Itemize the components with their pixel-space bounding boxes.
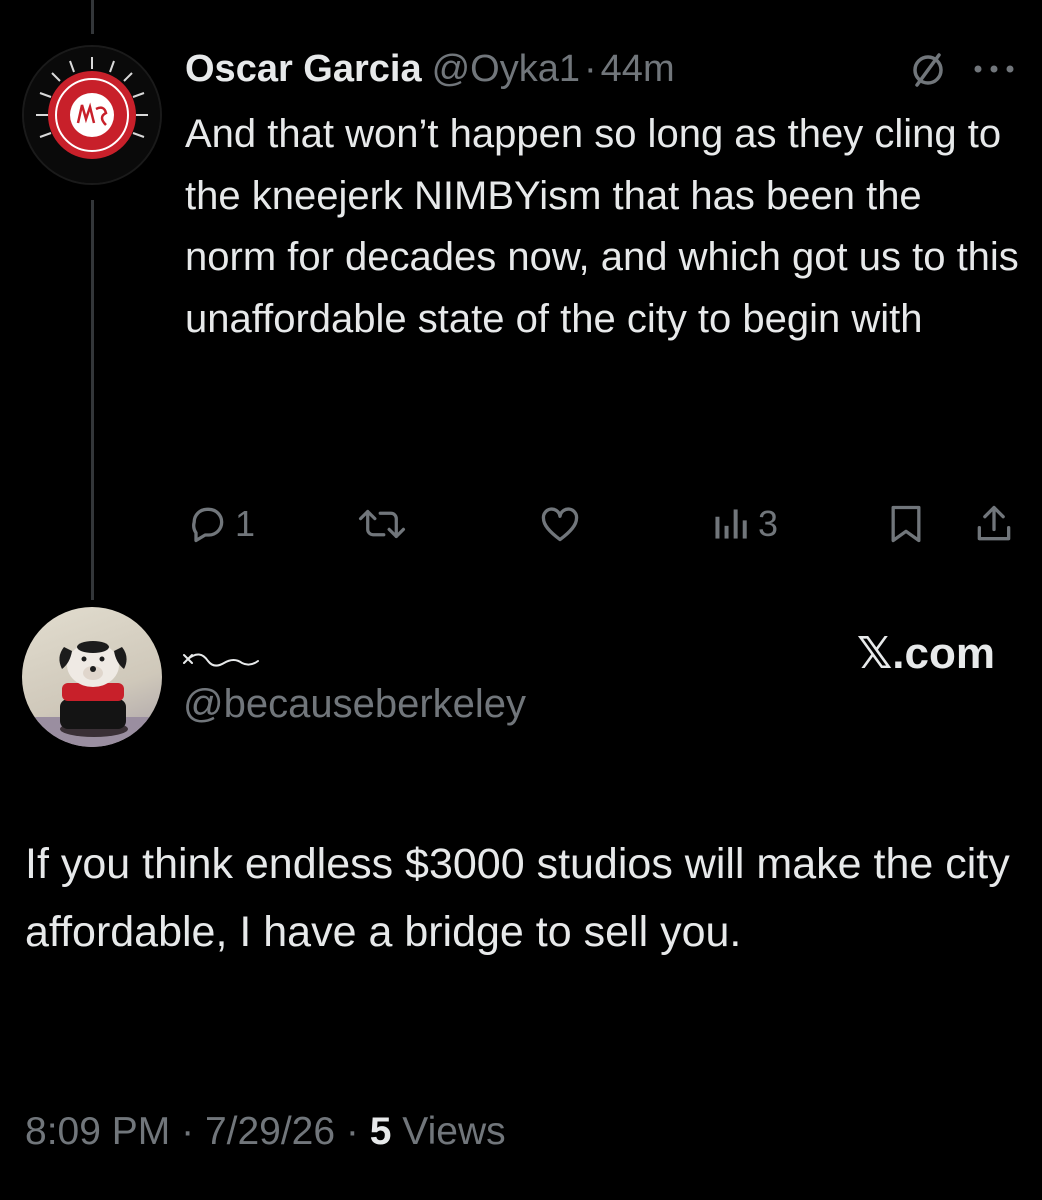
thread-line-top xyxy=(91,0,94,34)
reply-icon xyxy=(192,507,224,543)
bookmark-button[interactable] xyxy=(884,502,928,546)
like-icon xyxy=(541,507,579,542)
retweet-icon xyxy=(358,509,406,539)
separator-dot: · xyxy=(345,1110,359,1153)
retweet-button[interactable] xyxy=(357,502,407,546)
handle[interactable]: @Oyka1 xyxy=(432,48,580,91)
separator-dot: · xyxy=(584,47,597,90)
main-post-handle[interactable]: @becauseberkeley xyxy=(183,682,526,727)
reply-header: Oscar Garcia @Oyka1 · 44m xyxy=(185,44,675,94)
share-button[interactable] xyxy=(972,502,1016,546)
avatar-oscar-garcia[interactable] xyxy=(22,45,162,185)
views-count: 3 xyxy=(758,503,779,544)
thread-line-bottom xyxy=(91,200,94,600)
share-icon xyxy=(977,505,1011,541)
signature-scribble-icon xyxy=(183,653,259,667)
bookmark-icon xyxy=(891,505,921,543)
post-time[interactable]: 8:09 PM xyxy=(25,1110,170,1153)
display-name[interactable]: Oscar Garcia xyxy=(185,48,422,91)
post-footer: 8:09 PM · 7/29/26 · 5 Views xyxy=(25,1110,506,1154)
reply-count: 1 xyxy=(235,503,256,544)
avatar-toy-dog-image xyxy=(22,641,162,747)
x-com-watermark: 𝕏.com xyxy=(856,629,995,678)
avatar-badge-image xyxy=(24,47,160,183)
reply-text: And that won’t happen so long as they cl… xyxy=(185,112,1019,341)
reply-button[interactable]: 1 xyxy=(185,502,255,546)
like-button[interactable] xyxy=(537,502,583,546)
main-post-text: If you think endless $3000 studios will … xyxy=(25,840,1010,956)
grok-icon[interactable] xyxy=(908,50,948,90)
more-icon[interactable] xyxy=(972,62,1016,76)
views-icon xyxy=(715,509,747,539)
post-date[interactable]: 7/29/26 xyxy=(205,1110,335,1153)
timestamp[interactable]: 44m xyxy=(601,48,675,91)
views-total: 5 xyxy=(369,1110,392,1153)
separator-dot: · xyxy=(181,1110,195,1153)
avatar-becauseberkeley[interactable] xyxy=(22,607,162,747)
views-button[interactable]: 3 xyxy=(712,502,778,546)
views-label: Views xyxy=(402,1110,506,1153)
